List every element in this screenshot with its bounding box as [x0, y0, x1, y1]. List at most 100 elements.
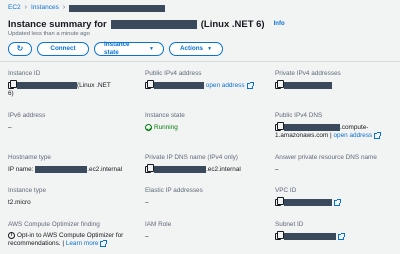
redacted-link[interactable] [284, 233, 336, 240]
page-title-text: Instance summary for [8, 19, 107, 30]
connect-button[interactable]: Connect [37, 42, 89, 56]
divider [0, 61, 400, 62]
private-dns-field: Private IP DNS name (IPv4 only) .ec2.int… [145, 154, 275, 174]
optimizer-field: AWS Compute Optimizer finding i Opt-in to… [8, 221, 138, 248]
instance-type-value: t2.micro [8, 199, 31, 206]
copy-icon[interactable] [275, 122, 284, 131]
value-prefix: IP name: [8, 166, 34, 174]
instance-type-field: Instance type t2.micro [8, 187, 138, 207]
subnet-id-field: Subnet ID [275, 221, 400, 241]
copy-icon[interactable] [8, 80, 17, 89]
field-label: Private IP DNS name (IPv4 only) [145, 154, 238, 161]
field-label: VPC ID [275, 187, 297, 194]
field-label: IPv6 address [8, 112, 46, 119]
refresh-icon: ↻ [16, 44, 24, 53]
redacted-value [17, 82, 77, 89]
copy-icon[interactable] [275, 197, 284, 206]
breadcrumb-ec2-link[interactable]: EC2 [8, 4, 21, 12]
vpc-id-value [275, 197, 400, 207]
page-title-suffix: (Linux .NET 6) [200, 19, 265, 30]
hostname-type-value: IP name: .ec2.internal [8, 166, 138, 174]
public-ipv4-field: Public IPv4 address open address [145, 70, 275, 90]
field-label: Elastic IP addresses [145, 187, 203, 194]
field-label: Hostname type [8, 154, 51, 161]
field-label: Public IPv4 address [145, 70, 202, 77]
external-link-icon [100, 239, 108, 247]
field-label: Instance type [8, 187, 47, 194]
info-link[interactable]: Info [274, 21, 285, 29]
ipv6-field: IPv6 address – [8, 112, 138, 132]
ipv6-value: – [8, 124, 12, 131]
chevron-right-icon: › [24, 4, 27, 12]
refresh-button[interactable]: ↻ [8, 42, 32, 56]
connect-label: Connect [50, 45, 76, 53]
caret-down-icon: ▼ [207, 45, 213, 52]
last-updated-text: Updated less than a minute ago [8, 31, 90, 37]
iam-role-field: IAM Role – [145, 221, 275, 241]
breadcrumb-instance-id-redacted [69, 5, 166, 12]
breadcrumb-instances-link[interactable]: Instances [31, 4, 59, 12]
answer-dns-value: – [275, 166, 279, 173]
value-text-line2: 6) [8, 90, 14, 98]
external-link-icon [374, 131, 382, 139]
breadcrumb: EC2 › Instances › [8, 4, 166, 13]
private-ipv4-value [275, 80, 400, 90]
field-label: Answer private resource DNS name [275, 154, 377, 161]
value-text: (Linux .NET [77, 82, 111, 90]
status-text: Running [154, 124, 178, 132]
info-circle-icon: i [8, 232, 15, 239]
toolbar: ↻ Connect Instance state ▼ Actions ▼ [8, 41, 223, 56]
instance-id-value: (Linux .NET 6) [8, 80, 138, 98]
copy-icon[interactable] [275, 80, 284, 89]
learn-more-link[interactable]: Learn more [66, 240, 99, 247]
external-link-icon [334, 198, 341, 206]
vpc-id-field: VPC ID [275, 187, 400, 207]
field-label: Public IPv4 DNS [275, 112, 323, 119]
caret-down-icon: ▼ [149, 45, 154, 52]
elastic-ip-value: – [145, 199, 149, 206]
field-label: Instance state [145, 112, 185, 119]
field-label: IAM Role [145, 221, 172, 228]
page-title: Instance summary for (Linux .NET 6) Info [8, 19, 285, 31]
field-label: Private IPv4 addresses [275, 70, 341, 77]
open-address-link[interactable]: open address [334, 132, 373, 139]
instance-id-redacted [110, 20, 197, 30]
private-dns-value: .ec2.internal [145, 164, 275, 174]
redacted-value [154, 166, 206, 173]
redacted-value [284, 124, 340, 131]
instance-state-dropdown[interactable]: Instance state ▼ [94, 41, 164, 56]
actions-label: Actions [179, 45, 204, 53]
value-text: .ec2.internal [87, 166, 123, 174]
copy-icon[interactable] [145, 164, 154, 173]
value-text-line2: 1.amazonaws.com [275, 132, 329, 140]
instance-id-field: Instance ID (Linux .NET 6) [8, 70, 138, 98]
external-link-icon [246, 81, 254, 89]
field-label: Subnet ID [275, 221, 304, 228]
copy-icon[interactable] [145, 80, 154, 89]
private-ipv4-field: Private IPv4 addresses [275, 70, 400, 90]
value-text: .compute- [340, 124, 369, 132]
external-link-icon [338, 232, 345, 240]
redacted-value [284, 82, 332, 89]
field-label: Instance ID [8, 70, 41, 77]
answer-dns-field: Answer private resource DNS name – [275, 154, 400, 174]
check-circle-icon [145, 124, 152, 131]
redacted-link[interactable] [284, 199, 332, 206]
value-text: .ec2.internal [206, 166, 241, 174]
redacted-value [154, 82, 204, 89]
optimizer-value: i Opt-in to AWS Compute Optimizer for rec… [8, 232, 138, 248]
actions-dropdown[interactable]: Actions ▼ [169, 42, 223, 56]
public-dns-field: Public IPv4 DNS .compute- 1.amazonaws.co… [275, 112, 400, 140]
instance-state-label: Instance state [104, 41, 130, 56]
subnet-id-value [275, 231, 400, 241]
instance-state-field: Instance state Running [145, 112, 275, 132]
chevron-right-icon: › [62, 4, 66, 12]
hostname-type-field: Hostname type IP name: .ec2.internal [8, 154, 138, 174]
elastic-ip-field: Elastic IP addresses – [145, 187, 275, 207]
iam-role-value: – [145, 233, 149, 240]
copy-icon[interactable] [275, 231, 284, 240]
public-dns-value: .compute- 1.amazonaws.com | open address [275, 122, 400, 140]
open-address-link[interactable]: open address [206, 82, 245, 89]
instance-state-value: Running [145, 124, 275, 132]
field-label: AWS Compute Optimizer finding [8, 221, 100, 228]
